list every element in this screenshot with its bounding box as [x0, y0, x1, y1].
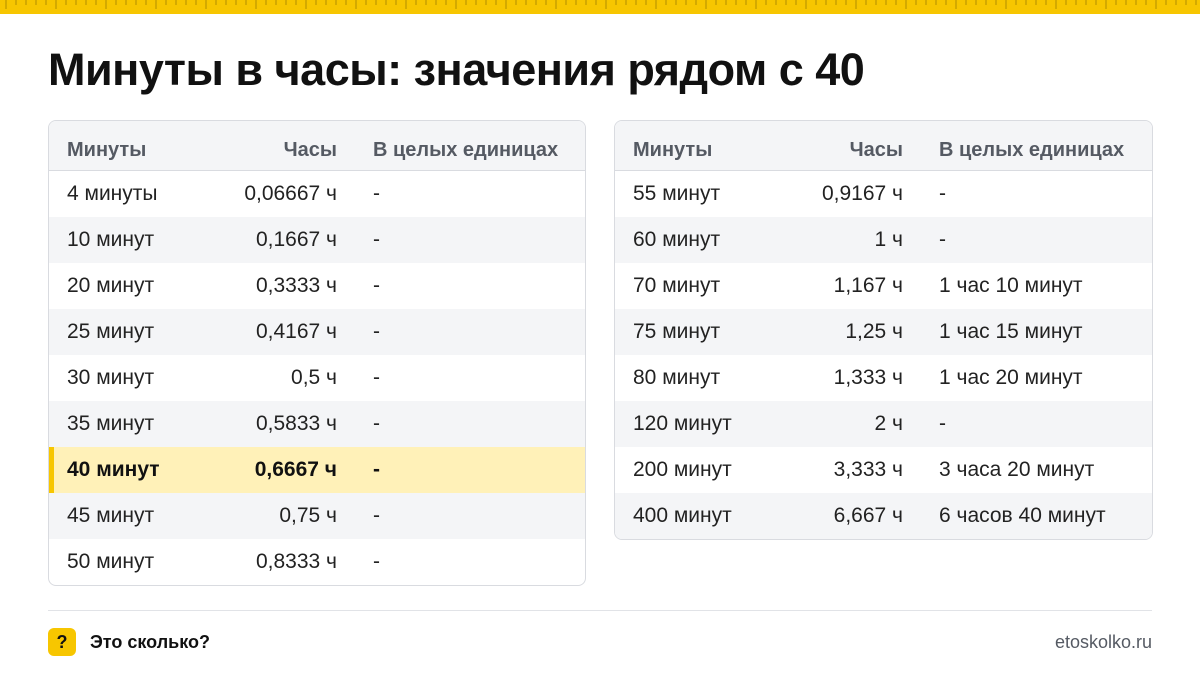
footer-divider	[48, 610, 1152, 611]
cell-whole: -	[373, 182, 380, 205]
col-header-minutes: Минуты	[67, 139, 147, 161]
cell-whole: -	[939, 228, 946, 251]
table-row: 25 минут 0,4167 ч -	[49, 309, 585, 355]
table-left: Минуты Часы В целых единицах 4 минуты 0,0…	[48, 120, 586, 586]
cell-minutes: 40 минут	[67, 458, 160, 481]
cell-whole: 1 час 10 минут	[939, 274, 1083, 297]
table-row: 80 минут 1,333 ч 1 час 20 минут	[615, 355, 1152, 401]
cell-whole: 1 час 15 минут	[939, 320, 1083, 343]
cell-minutes: 60 минут	[633, 228, 721, 251]
table-header: Минуты Часы В целых единицах	[615, 121, 1152, 171]
table-row: 20 минут 0,3333 ч -	[49, 263, 585, 309]
table-row: 60 минут 1 ч -	[615, 217, 1152, 263]
cell-whole: -	[373, 320, 380, 343]
table-row: 120 минут 2 ч -	[615, 401, 1152, 447]
cell-hours: 1 ч	[874, 228, 903, 251]
cell-hours: 0,1667 ч	[255, 228, 337, 251]
cell-hours: 2 ч	[874, 412, 903, 435]
cell-minutes: 80 минут	[633, 366, 721, 389]
cell-whole: 6 часов 40 минут	[939, 504, 1106, 527]
cell-whole: -	[373, 458, 380, 481]
cell-minutes: 50 минут	[67, 550, 155, 573]
cell-minutes: 45 минут	[67, 504, 155, 527]
cell-hours: 0,4167 ч	[255, 320, 337, 343]
col-header-minutes: Минуты	[633, 139, 713, 161]
cell-minutes: 200 минут	[633, 458, 732, 481]
cell-minutes: 70 минут	[633, 274, 721, 297]
ruler-ticks	[5, 0, 1197, 9]
col-header-hours: Часы	[283, 139, 337, 161]
cell-minutes: 4 минуты	[67, 182, 158, 205]
table-row: 400 минут 6,667 ч 6 часов 40 минут	[615, 493, 1152, 539]
cell-hours: 1,25 ч	[845, 320, 903, 343]
cell-minutes: 35 минут	[67, 412, 155, 435]
cell-hours: 0,06667 ч	[244, 182, 337, 205]
cell-minutes: 10 минут	[67, 228, 155, 251]
table-row: 70 минут 1,167 ч 1 час 10 минут	[615, 263, 1152, 309]
cell-whole: -	[373, 550, 380, 573]
col-header-whole: В целых единицах	[373, 139, 559, 161]
cell-whole: -	[939, 412, 946, 435]
cell-minutes: 75 минут	[633, 320, 721, 343]
table-row: 35 минут 0,5833 ч -	[49, 401, 585, 447]
table-right: Минуты Часы В целых единицах 55 минут 0,9…	[614, 120, 1153, 540]
cell-whole: -	[939, 182, 946, 205]
cell-minutes: 30 минут	[67, 366, 155, 389]
col-header-whole: В целых единицах	[939, 139, 1125, 161]
col-header-hours: Часы	[849, 139, 903, 161]
table-row: 30 минут 0,5 ч -	[49, 355, 585, 401]
cell-hours: 1,167 ч	[833, 274, 903, 297]
question-icon: ?	[48, 628, 76, 656]
table-header: Минуты Часы В целых единицах	[49, 121, 585, 171]
cell-hours: 0,5 ч	[291, 366, 337, 389]
cell-minutes: 25 минут	[67, 320, 155, 343]
table-row: 75 минут 1,25 ч 1 час 15 минут	[615, 309, 1152, 355]
cell-whole: 3 часа 20 минут	[939, 458, 1095, 481]
cell-whole: -	[373, 366, 380, 389]
table-body: 4 минуты 0,06667 ч -10 минут 0,1667 ч -20 ми…	[49, 171, 585, 585]
cell-whole: -	[373, 228, 380, 251]
table-row: 10 минут 0,1667 ч -	[49, 217, 585, 263]
cell-hours: 3,333 ч	[833, 458, 903, 481]
cell-whole: 1 час 20 минут	[939, 366, 1083, 389]
table-row: 55 минут 0,9167 ч -	[615, 171, 1152, 217]
cell-minutes: 55 минут	[633, 182, 721, 205]
table-row: 50 минут 0,8333 ч -	[49, 539, 585, 585]
cell-minutes: 20 минут	[67, 274, 155, 297]
cell-hours: 0,8333 ч	[255, 550, 337, 573]
cell-hours: 0,75 ч	[279, 504, 337, 527]
cell-hours: 0,3333 ч	[255, 274, 337, 297]
ruler-stripe	[0, 0, 1200, 14]
cell-minutes: 120 минут	[633, 412, 732, 435]
table-row: 45 минут 0,75 ч -	[49, 493, 585, 539]
table-row: 4 минуты 0,06667 ч -	[49, 171, 585, 217]
cell-whole: -	[373, 504, 380, 527]
table-row: 200 минут 3,333 ч 3 часа 20 минут	[615, 447, 1152, 493]
table-row-highlighted: 40 минут 0,6667 ч -	[49, 447, 585, 493]
cell-whole: -	[373, 412, 380, 435]
cell-whole: -	[373, 274, 380, 297]
page-title: Минуты в часы: значения рядом с 40	[48, 44, 865, 95]
brand-name: Это сколько?	[90, 631, 210, 652]
site-url[interactable]: etoskolko.ru	[1055, 632, 1152, 653]
cell-hours: 0,6667 ч	[254, 458, 337, 481]
cell-minutes: 400 минут	[633, 504, 732, 527]
table-body: 55 минут 0,9167 ч - 60 минут 1 ч - 70 минут 1,1…	[615, 171, 1152, 539]
cell-hours: 0,9167 ч	[821, 182, 903, 205]
cell-hours: 0,5833 ч	[255, 412, 337, 435]
cell-hours: 1,333 ч	[833, 366, 903, 389]
brand-link[interactable]: ? Это сколько?	[48, 628, 210, 656]
cell-hours: 6,667 ч	[833, 504, 903, 527]
